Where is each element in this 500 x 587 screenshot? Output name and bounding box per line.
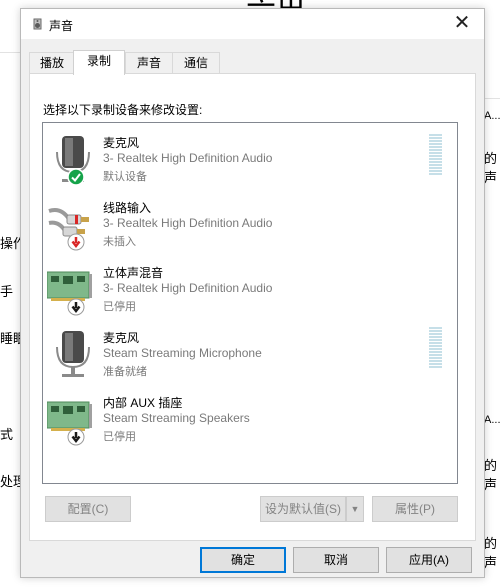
- tab-sounds[interactable]: 声音: [125, 52, 173, 74]
- sound-dialog: 声音 ✕ 播放 录制 声音 通信 选择以下录制设备来修改设置: 麦克风 3- R…: [20, 8, 485, 578]
- background-divider: [483, 98, 500, 99]
- list-item[interactable]: 麦克风 3- Realtek High Definition Audio 默认设…: [43, 128, 457, 190]
- microphone-icon: [47, 132, 99, 186]
- microphone-icon: [47, 327, 99, 381]
- device-status: 未插入: [103, 236, 136, 248]
- device-status: 默认设备: [103, 171, 147, 183]
- line-in-icon: [47, 197, 99, 251]
- title-bar[interactable]: 声音 ✕: [21, 9, 484, 39]
- close-icon[interactable]: ✕: [448, 12, 476, 36]
- device-description: Steam Streaming Speakers: [103, 411, 250, 425]
- configure-button[interactable]: 配置(C): [45, 496, 131, 522]
- sound-card-icon: [46, 392, 99, 446]
- device-description: 3- Realtek High Definition Audio: [103, 151, 273, 165]
- level-meter: [429, 327, 442, 369]
- tab-recording[interactable]: 录制: [73, 50, 125, 75]
- properties-button[interactable]: 属性(P): [372, 496, 458, 522]
- disabled-badge: [67, 428, 85, 446]
- background-text: A...: [484, 414, 500, 426]
- unplugged-badge: [67, 233, 85, 251]
- tab-playback[interactable]: 播放: [29, 52, 75, 74]
- apply-button[interactable]: 应用(A): [386, 547, 472, 573]
- device-list[interactable]: 麦克风 3- Realtek High Definition Audio 默认设…: [42, 122, 458, 484]
- ok-button[interactable]: 确定: [200, 547, 286, 573]
- device-name: 麦克风: [103, 331, 140, 345]
- dialog-title: 声音: [49, 19, 74, 33]
- device-description: 3- Realtek High Definition Audio: [103, 281, 273, 295]
- recording-panel: 选择以下录制设备来修改设置: 麦克风 3- Realtek High Defin…: [29, 73, 476, 541]
- background-text: A...: [484, 110, 500, 122]
- background-text: 手: [0, 284, 14, 299]
- list-item[interactable]: 麦克风 Steam Streaming Microphone 准备就绪: [43, 323, 457, 385]
- device-name: 内部 AUX 插座: [103, 396, 183, 410]
- device-status: 已停用: [103, 431, 136, 443]
- background-divider: [0, 52, 20, 53]
- cancel-button[interactable]: 取消: [293, 547, 379, 573]
- device-description: Steam Streaming Microphone: [103, 346, 262, 360]
- tab-communications[interactable]: 通信: [172, 52, 220, 74]
- device-status: 已停用: [103, 301, 136, 313]
- prompt-text: 选择以下录制设备来修改设置:: [43, 103, 203, 117]
- device-status: 准备就绪: [103, 366, 147, 378]
- set-default-button[interactable]: 设为默认值(S): [260, 496, 346, 522]
- background-text: 的声: [484, 536, 498, 570]
- speaker-icon: [31, 17, 44, 34]
- device-name: 立体声混音: [103, 266, 164, 280]
- set-default-dropdown[interactable]: ▼: [346, 496, 364, 522]
- background-text: 式: [0, 427, 14, 442]
- device-name: 线路输入: [103, 201, 152, 215]
- list-item[interactable]: 线路输入 3- Realtek High Definition Audio 未插…: [43, 193, 457, 255]
- list-item[interactable]: 立体声混音 3- Realtek High Definition Audio 已…: [43, 258, 457, 320]
- background-text: 的声: [484, 458, 498, 492]
- level-meter: [429, 134, 442, 176]
- default-check-badge: [67, 168, 85, 186]
- chevron-down-icon: ▼: [350, 504, 360, 514]
- device-description: 3- Realtek High Definition Audio: [103, 216, 273, 230]
- sound-card-icon: [46, 262, 99, 316]
- disabled-badge: [67, 298, 85, 316]
- background-text: 的声: [484, 151, 498, 185]
- list-item[interactable]: 内部 AUX 插座 Steam Streaming Speakers 已停用: [43, 388, 457, 450]
- device-name: 麦克风: [103, 136, 140, 150]
